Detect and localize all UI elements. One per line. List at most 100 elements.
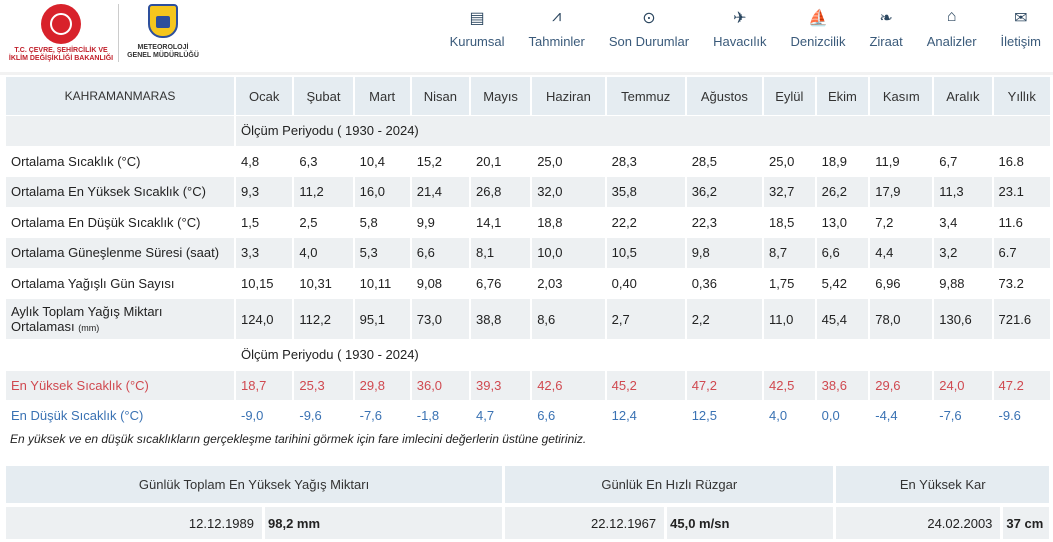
month-header: Ocak (235, 77, 295, 116)
period-label: Ölçüm Periyodu ( 1930 - 2024) (235, 339, 1052, 371)
table-cell: 26,2 (815, 176, 871, 208)
table-cell: 2,7 (605, 298, 687, 340)
table-header-row: KAHRAMANMARAS Ocak Şubat Mart Nisan Mayı… (6, 77, 1053, 116)
table-cell: 32,7 (763, 176, 817, 208)
nav-havacilik[interactable]: ✈ Havacılık (713, 8, 766, 49)
ministry-name: T.C. ÇEVRE, ŞEHİRCİLİK VE İKLİM DEĞİŞİKL… (8, 47, 114, 62)
table-cell: 4,8 (235, 146, 295, 177)
table-cell: 25,0 (763, 146, 817, 177)
extreme-temp-cell[interactable]: 12,5 (685, 400, 765, 432)
table-cell: 22,3 (685, 207, 765, 238)
extreme-temp-cell[interactable]: 29,8 (353, 370, 412, 401)
extreme-temp-cell[interactable]: 4,0 (763, 400, 817, 432)
max-temp-row: En Yüksek Sıcaklık (°C) 18,7 25,3 29,8 36,0 3… (6, 370, 1053, 401)
extreme-temp-cell[interactable]: -4,4 (869, 400, 935, 432)
extreme-date[interactable]: 22.12.1967 (503, 505, 668, 539)
extreme-temp-cell[interactable]: -1,8 (410, 400, 472, 432)
table-cell: 2,03 (531, 268, 607, 299)
nav-tahminler[interactable]: ⩘ Tahminler (529, 8, 585, 49)
row-label: En Yüksek Sıcaklık (°C) (6, 370, 236, 401)
table-cell: 4,4 (869, 237, 935, 269)
extreme-temp-cell[interactable]: 18,7 (235, 370, 295, 401)
row-label: Ortalama Yağışlı Gün Sayısı (6, 268, 236, 299)
sailboat-icon: ⛵ (808, 10, 828, 27)
extreme-temp-cell[interactable]: -7,6 (933, 400, 994, 432)
extreme-temp-cell[interactable]: 24,0 (933, 370, 994, 401)
table-cell: 5,3 (353, 237, 412, 269)
extreme-temp-cell[interactable]: 4,7 (470, 400, 533, 432)
extreme-date[interactable]: 12.12.1989 (6, 505, 265, 539)
table-row: Ortalama En Yüksek Sıcaklık (°C) 9,3 11,2 1… (6, 176, 1053, 208)
hover-note: En yüksek ve en düşük sıcaklıkların gerç… (10, 432, 587, 446)
ministry-seal-icon (41, 4, 81, 44)
extreme-temp-cell[interactable]: 6,6 (531, 400, 607, 432)
extreme-temp-cell[interactable]: -9,6 (293, 400, 355, 432)
nav-iletisim[interactable]: ✉ İletişim (1001, 8, 1041, 49)
table-cell: 8,1 (470, 237, 533, 269)
nav-kurumsal[interactable]: ▤ Kurumsal (450, 8, 505, 49)
extreme-temp-cell[interactable]: 0,0 (815, 400, 871, 432)
mgm-logo[interactable]: METEOROLOJİ GENEL MÜDÜRLÜĞÜ (127, 4, 199, 60)
table-cell: 6,3 (293, 146, 355, 177)
period-label: Ölçüm Periyodu ( 1930 - 2024) (235, 115, 1052, 147)
table-cell: 73,0 (410, 298, 472, 340)
row-label: Ortalama Sıcaklık (°C) (6, 146, 236, 177)
table-cell: 10,31 (293, 268, 355, 299)
extreme-temp-cell[interactable]: 42,6 (531, 370, 607, 401)
nav-label: Tahminler (528, 34, 585, 49)
extreme-temp-cell[interactable]: 38,6 (815, 370, 871, 401)
table-cell: 8,7 (763, 237, 817, 269)
table-cell: 45,4 (815, 298, 871, 340)
table-cell: 16.8 (992, 146, 1053, 177)
leaf-icon: ❧ (879, 10, 893, 27)
table-row: Ortalama Sıcaklık (°C) 4,8 6,3 10,4 15,2 20,1… (6, 146, 1053, 177)
table-cell: 3,2 (933, 237, 994, 269)
extreme-temp-cell[interactable]: 47.2 (992, 370, 1053, 401)
extreme-temp-cell[interactable]: 12,4 (605, 400, 687, 432)
nav-denizcilik[interactable]: ⛵ Denizcilik (791, 8, 846, 49)
nav-analizler[interactable]: ⌂ Analizler (927, 8, 977, 49)
table-cell: 2,5 (293, 207, 355, 238)
nav-son-durumlar[interactable]: ⊙ Son Durumlar (609, 8, 689, 49)
extreme-temp-cell[interactable]: 29,6 (869, 370, 935, 401)
table-cell: 14,1 (470, 207, 533, 238)
table-cell: 11,9 (869, 146, 935, 177)
table-cell: 8,6 (531, 298, 607, 340)
table-cell: 6,6 (410, 237, 472, 269)
extreme-temp-cell[interactable]: 45,2 (605, 370, 687, 401)
extreme-date[interactable]: 24.02.2003 (834, 505, 1004, 539)
extreme-temp-cell[interactable]: 47,2 (685, 370, 765, 401)
extreme-value: 45,0 m/sn (665, 505, 837, 539)
extremes-table: Günlük Toplam En Yüksek Yağış Miktarı Gü… (6, 466, 1052, 539)
extreme-temp-cell[interactable]: 36,0 (410, 370, 472, 401)
extreme-temp-cell[interactable]: -9.6 (992, 400, 1053, 432)
mgm-shield-icon (148, 4, 178, 38)
table-cell: 28,5 (685, 146, 765, 177)
table-row: Ortalama Yağışlı Gün Sayısı 10,15 10,31 10,… (6, 268, 1053, 299)
month-header: Şubat (293, 77, 355, 116)
table-cell: 4,0 (293, 237, 355, 269)
nav-ziraat[interactable]: ❧ Ziraat (869, 8, 902, 49)
month-header: Mart (353, 77, 412, 116)
extreme-temp-cell[interactable]: 25,3 (293, 370, 355, 401)
month-header: Mayıs (470, 77, 533, 116)
table-cell: 32,0 (531, 176, 607, 208)
table-cell: 6,96 (869, 268, 935, 299)
table-cell: 10,11 (353, 268, 412, 299)
extreme-temp-cell[interactable]: -9,0 (235, 400, 295, 432)
month-header: Aralık (933, 77, 994, 116)
table-cell: 130,6 (933, 298, 994, 340)
mgm-name: METEOROLOJİ GENEL MÜDÜRLÜĞÜ (127, 44, 199, 59)
table-cell: 9,8 (685, 237, 765, 269)
extreme-temp-cell[interactable]: 39,3 (470, 370, 533, 401)
extreme-title: Günlük Toplam En Yüksek Yağış Miktarı (6, 466, 506, 507)
month-header: Haziran (531, 77, 607, 116)
month-header: Ağustos (685, 77, 765, 116)
annual-header: Yıllık (992, 77, 1053, 116)
extremes-value-row: 12.12.1989 98,2 mm 22.12.1967 45,0 m/sn … (6, 505, 1052, 539)
ministry-logo[interactable]: T.C. ÇEVRE, ŞEHİRCİLİK VE İKLİM DEĞİŞİKL… (6, 4, 116, 63)
extreme-temp-cell[interactable]: -7,6 (353, 400, 412, 432)
table-cell: 13,0 (815, 207, 871, 238)
extreme-temp-cell[interactable]: 42,5 (763, 370, 817, 401)
table-cell: 95,1 (353, 298, 412, 340)
